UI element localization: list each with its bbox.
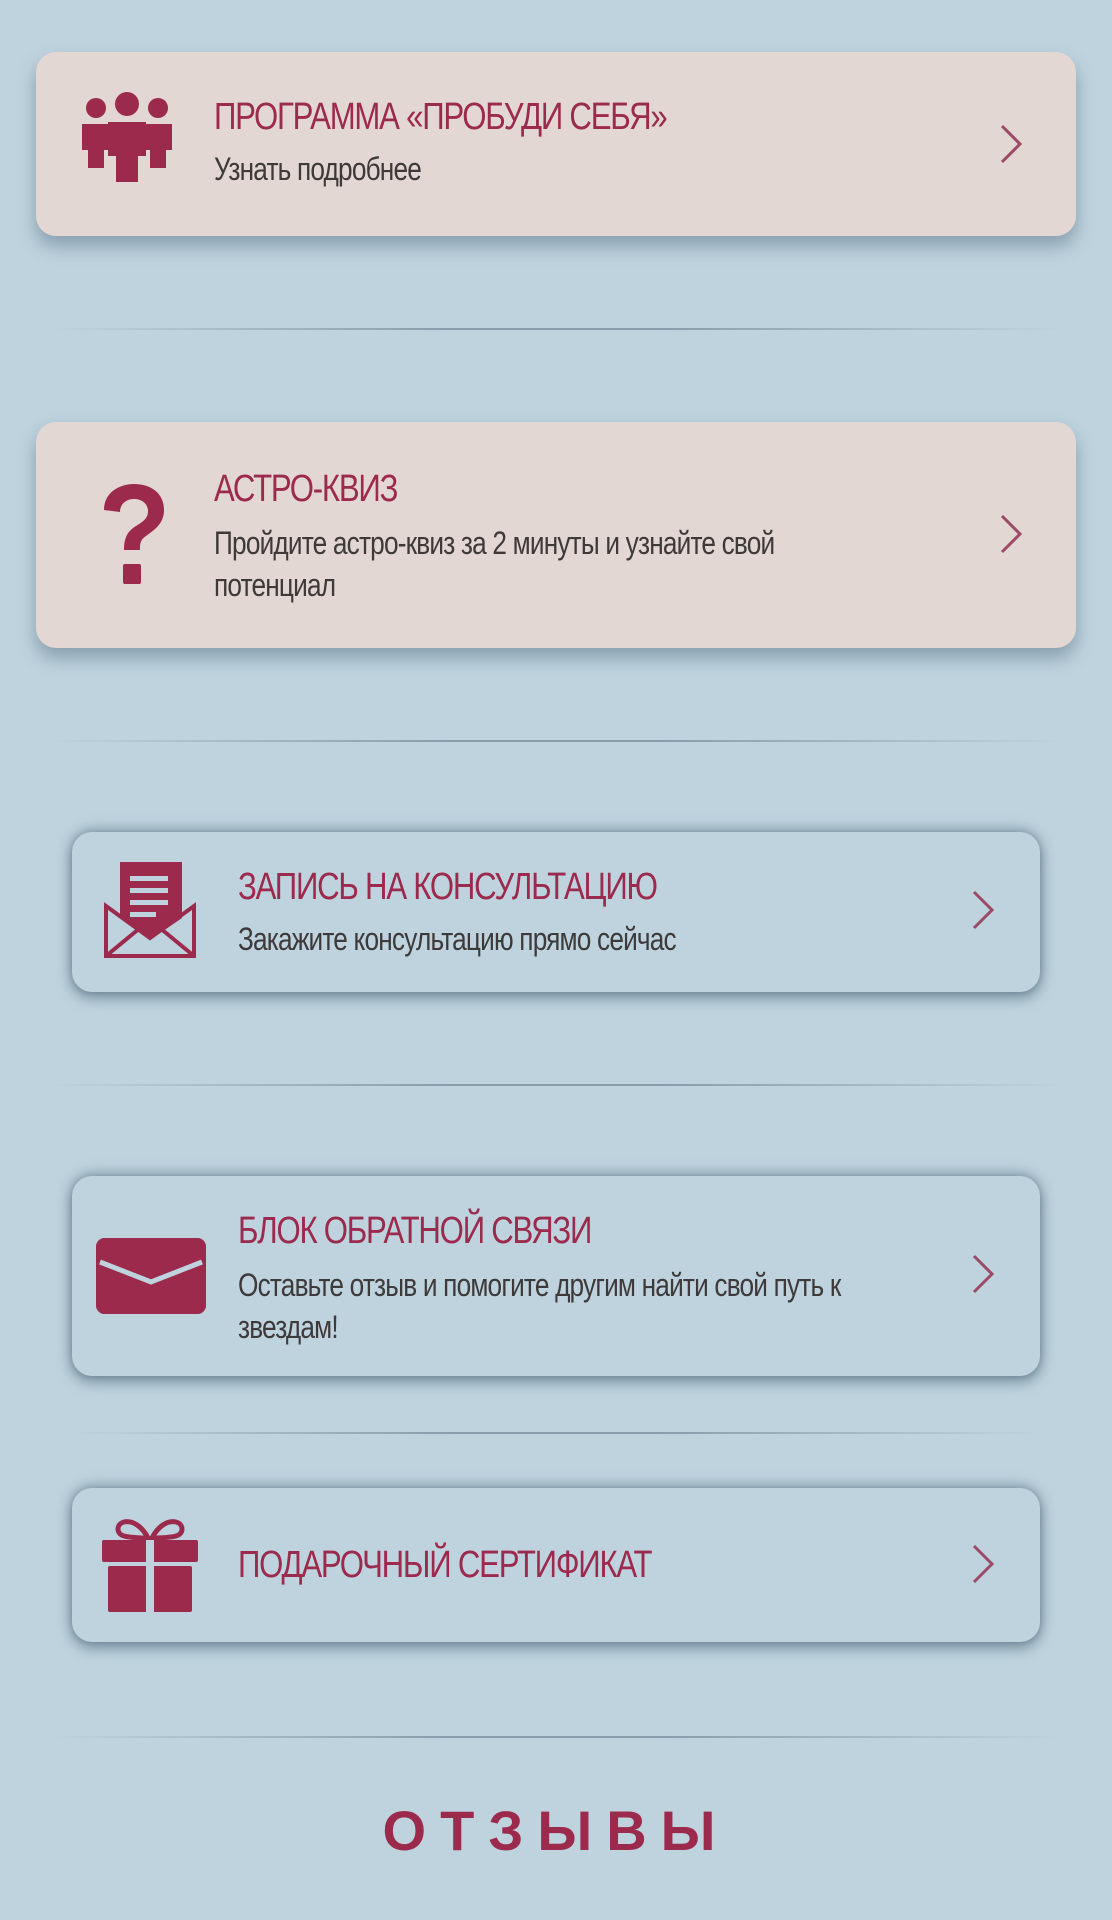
card-title: ПРОГРАММА «ПРОБУДИ СЕБЯ»	[214, 96, 668, 138]
feedback-card[interactable]: БЛОК ОБРАТНОЙ СВЯЗИ Оставьте отзыв и пом…	[72, 1176, 1040, 1376]
chevron-right-icon	[968, 1542, 998, 1591]
card-subtitle: Пройдите астро-квиз за 2 минуты и узнайт…	[214, 525, 775, 603]
envelope-icon	[96, 1238, 206, 1314]
program-card[interactable]: ПРОГРАММА «ПРОБУДИ СЕБЯ» Узнать подробне…	[36, 52, 1076, 236]
card-subtitle: Узнать подробнее	[214, 151, 422, 187]
card-title: БЛОК ОБРАТНОЙ СВЯЗИ	[238, 1210, 592, 1252]
card-title: АСТРО-КВИЗ	[214, 468, 398, 510]
chevron-right-icon	[968, 888, 998, 937]
card-title: ЗАПИСЬ НА КОНСУЛЬТАЦИЮ	[238, 866, 658, 908]
question-mark-icon	[98, 484, 168, 588]
envelope-letter-icon	[102, 862, 198, 960]
divider	[50, 740, 1062, 742]
chevron-right-icon	[968, 1252, 998, 1301]
divider	[70, 1432, 1042, 1434]
gift-certificate-card[interactable]: ПОДАРОЧНЫЙ СЕРТИФИКАТ	[72, 1488, 1040, 1642]
gift-icon	[102, 1518, 198, 1612]
consultation-card[interactable]: ЗАПИСЬ НА КОНСУЛЬТАЦИЮ Закажите консульт…	[72, 832, 1040, 992]
reviews-section-title: ОТЗЫВЫ	[382, 1799, 730, 1862]
card-title: ПОДАРОЧНЫЙ СЕРТИФИКАТ	[238, 1544, 653, 1586]
divider	[50, 1084, 1062, 1086]
chevron-right-icon	[996, 512, 1026, 561]
card-subtitle: Закажите консультацию прямо сейчас	[238, 921, 677, 957]
chevron-right-icon	[996, 122, 1026, 171]
divider	[50, 1736, 1062, 1738]
card-subtitle: Оставьте отзыв и помогите другим найти с…	[238, 1267, 841, 1345]
astro-quiz-card[interactable]: АСТРО-КВИЗ Пройдите астро-квиз за 2 мину…	[36, 422, 1076, 648]
divider	[50, 328, 1062, 330]
group-people-icon	[78, 92, 176, 192]
